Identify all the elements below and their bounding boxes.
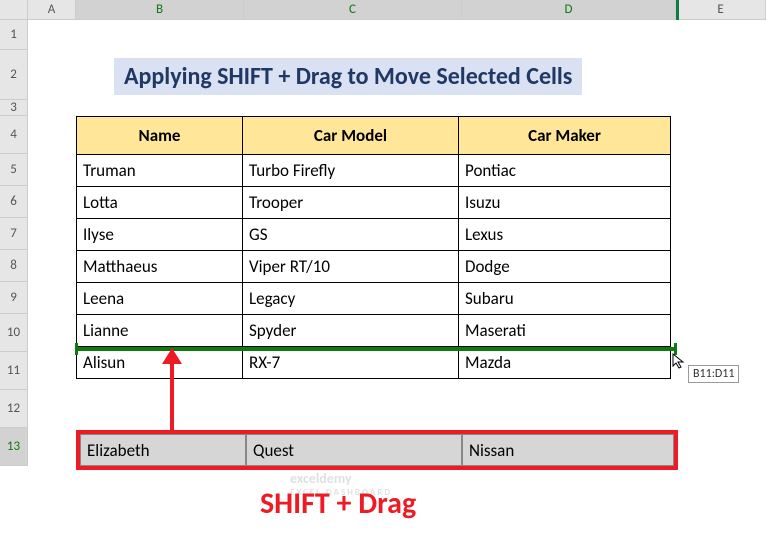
page-title: Applying SHIFT + Drag to Move Selected C… (114, 58, 582, 95)
dragged-cell[interactable]: Quest (246, 434, 462, 466)
cell[interactable]: Lotta (77, 187, 243, 219)
cell[interactable]: Legacy (243, 283, 459, 315)
cell[interactable]: Truman (77, 155, 243, 187)
cell[interactable]: Matthaeus (77, 251, 243, 283)
col-header-d[interactable]: D (462, 0, 676, 20)
cell[interactable]: Ilyse (77, 219, 243, 251)
cell[interactable]: Turbo Firefly (243, 155, 459, 187)
cell[interactable]: Lexus (459, 219, 671, 251)
cell[interactable]: RX-7 (243, 347, 459, 379)
row-header-12[interactable]: 12 (0, 390, 28, 428)
cell[interactable]: Isuzu (459, 187, 671, 219)
row-header-1[interactable]: 1 (0, 20, 28, 50)
col-header-e[interactable]: E (676, 0, 766, 20)
header-name[interactable]: Name (77, 117, 243, 155)
row-header-7[interactable]: 7 (0, 218, 28, 250)
row-header-5[interactable]: 5 (0, 154, 28, 186)
row-header-10[interactable]: 10 (0, 314, 28, 352)
row-header-8[interactable]: 8 (0, 250, 28, 282)
cell[interactable]: Leena (77, 283, 243, 315)
cell[interactable]: Subaru (459, 283, 671, 315)
row-header-11[interactable]: 11 (0, 352, 28, 390)
header-model[interactable]: Car Model (243, 117, 459, 155)
move-cursor-icon (670, 352, 688, 375)
cell[interactable]: Viper RT/10 (243, 251, 459, 283)
cell[interactable]: GS (243, 219, 459, 251)
annotation-label: SHIFT + Drag (260, 485, 416, 522)
table-row: TrumanTurbo FireflyPontiac (77, 155, 671, 187)
row-header-2[interactable]: 2 (0, 50, 28, 100)
dragged-selection[interactable]: Elizabeth Quest Nissan (76, 430, 678, 470)
cell[interactable]: Dodge (459, 251, 671, 283)
cell[interactable]: Mazda (459, 347, 671, 379)
row-header-3[interactable]: 3 (0, 100, 28, 116)
range-tooltip: B11:D11 (688, 365, 739, 383)
select-all-corner[interactable] (0, 0, 28, 20)
annotation-arrow (170, 350, 174, 430)
col-header-a[interactable]: A (28, 0, 76, 20)
row-headers: 1 2 3 4 5 6 7 8 9 10 11 12 13 (0, 20, 28, 466)
dragged-cell[interactable]: Elizabeth (80, 434, 246, 466)
table-row: MatthaeusViper RT/10Dodge (77, 251, 671, 283)
table-row: IlyseGSLexus (77, 219, 671, 251)
col-header-b[interactable]: B (76, 0, 244, 20)
table-header-row: Name Car Model Car Maker (77, 117, 671, 155)
cell[interactable]: Lianne (77, 315, 243, 347)
cell[interactable]: Alisun (77, 347, 243, 379)
row-header-13[interactable]: 13 (0, 428, 28, 466)
dragged-cell[interactable]: Nissan (462, 434, 674, 466)
row-header-4[interactable]: 4 (0, 116, 28, 154)
table-row: LianneSpyderMaserati (77, 315, 671, 347)
cell[interactable]: Spyder (243, 315, 459, 347)
data-table: Name Car Model Car Maker TrumanTurbo Fir… (76, 116, 671, 379)
table-row: LeenaLegacySubaru (77, 283, 671, 315)
cell[interactable]: Maserati (459, 315, 671, 347)
column-selection-edge (676, 0, 679, 20)
column-headers: A B C D E (0, 0, 766, 20)
row-header-6[interactable]: 6 (0, 186, 28, 218)
cell[interactable]: Pontiac (459, 155, 671, 187)
table-row: LottaTrooperIsuzu (77, 187, 671, 219)
col-header-c[interactable]: C (244, 0, 462, 20)
cell[interactable]: Trooper (243, 187, 459, 219)
spreadsheet-view: A B C D E 1 2 3 4 5 6 7 8 9 10 11 12 13 … (0, 0, 767, 546)
header-maker[interactable]: Car Maker (459, 117, 671, 155)
row-header-9[interactable]: 9 (0, 282, 28, 314)
